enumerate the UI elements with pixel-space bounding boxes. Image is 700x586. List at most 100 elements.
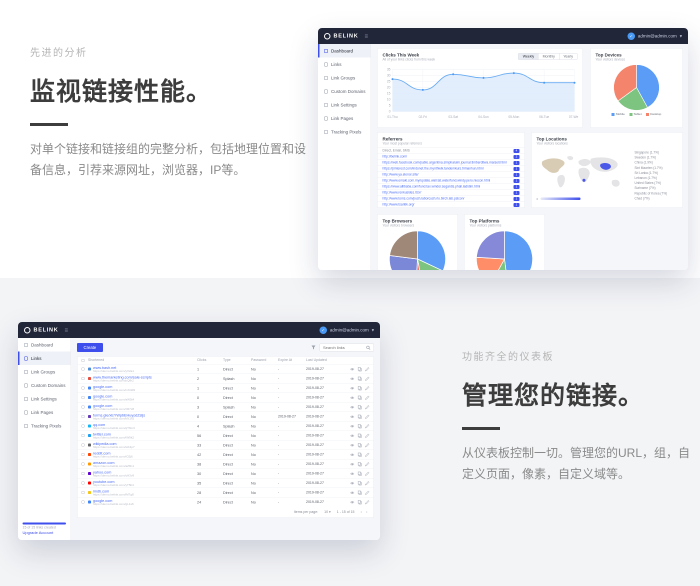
col-header-type[interactable]: Type [223, 359, 251, 363]
copy-icon[interactable] [358, 452, 363, 457]
referrer-url[interactable]: http://www.tsantik.org/ [383, 203, 415, 207]
sidebar-item-link-pages[interactable]: Link Pages [18, 406, 71, 420]
view-stats-icon[interactable] [350, 500, 355, 505]
referrer-url[interactable]: http://www.emaki.com.my/update.wall.tat.… [383, 179, 491, 183]
sidebar-item-link-settings[interactable]: Link Settings [318, 98, 371, 112]
sidebar-item-links[interactable]: Links [318, 58, 371, 72]
referrer-url[interactable]: https://www.allibaba.com/fund.tax.windor… [383, 185, 481, 189]
tab-monthly[interactable]: Monthly [538, 54, 559, 60]
tab-yearly[interactable]: Yearly [559, 54, 577, 60]
row-checkbox[interactable] [82, 368, 85, 371]
row-checkbox[interactable] [82, 387, 85, 390]
edit-icon[interactable] [365, 443, 370, 448]
referrer-url[interactable]: https://web.facebook.com/pablo.argentina… [383, 161, 507, 165]
view-stats-icon[interactable] [350, 471, 355, 476]
search-input[interactable] [323, 345, 364, 350]
edit-icon[interactable] [365, 414, 370, 419]
menu-icon[interactable]: ≡ [364, 33, 368, 40]
row-checkbox[interactable] [82, 377, 85, 380]
view-stats-icon[interactable] [350, 462, 355, 467]
row-checkbox[interactable] [82, 396, 85, 399]
view-stats-icon[interactable] [350, 414, 355, 419]
view-stats-icon[interactable] [350, 490, 355, 495]
edit-icon[interactable] [365, 405, 370, 410]
copy-icon[interactable] [358, 395, 363, 400]
sidebar-item-links[interactable]: Links [18, 352, 71, 366]
copy-icon[interactable] [358, 405, 363, 410]
copy-icon[interactable] [358, 462, 363, 467]
col-header-updated[interactable]: Last Updated [306, 359, 342, 363]
edit-icon[interactable] [365, 424, 370, 429]
sidebar-item-link-groups[interactable]: Link Groups [18, 365, 71, 379]
user-email[interactable]: admin@admin.com [638, 34, 677, 39]
next-page-button[interactable]: › [366, 510, 368, 515]
copy-icon[interactable] [358, 500, 363, 505]
items-per-page-select[interactable]: 10 ▾ [324, 510, 331, 514]
copy-icon[interactable] [358, 433, 363, 438]
row-checkbox[interactable] [82, 444, 85, 447]
edit-icon[interactable] [365, 490, 370, 495]
referrer-url[interactable]: http://belink.com/ [383, 155, 408, 159]
edit-icon[interactable] [365, 376, 370, 381]
view-stats-icon[interactable] [350, 386, 355, 391]
filter-icon[interactable] [311, 345, 316, 350]
referrer-url[interactable]: http://www.ya.elenor.site/ [383, 173, 419, 177]
sidebar-item-dashboard[interactable]: Dashboard [318, 44, 371, 58]
view-stats-icon[interactable] [350, 376, 355, 381]
copy-icon[interactable] [358, 386, 363, 391]
row-checkbox[interactable] [82, 491, 85, 494]
col-header-clicks[interactable]: Clicks [197, 359, 223, 363]
row-checkbox[interactable] [82, 472, 85, 475]
sidebar-item-link-settings[interactable]: Link Settings [18, 392, 71, 406]
search-icon[interactable] [366, 345, 371, 350]
row-checkbox[interactable] [82, 425, 85, 428]
sidebar-item-dashboard[interactable]: Dashboard [18, 338, 71, 352]
sidebar-item-link-groups[interactable]: Link Groups [318, 71, 371, 85]
user-avatar[interactable]: ✓ [627, 32, 635, 40]
copy-icon[interactable] [358, 481, 363, 486]
sidebar-item-link-pages[interactable]: Link Pages [318, 112, 371, 126]
copy-icon[interactable] [358, 471, 363, 476]
copy-icon[interactable] [358, 414, 363, 419]
copy-icon[interactable] [358, 367, 363, 372]
edit-icon[interactable] [365, 433, 370, 438]
view-stats-icon[interactable] [350, 433, 355, 438]
sidebar-item-custom-domains[interactable]: Custom Domains [318, 85, 371, 99]
edit-icon[interactable] [365, 395, 370, 400]
edit-icon[interactable] [365, 452, 370, 457]
user-email[interactable]: admin@admin.com [330, 328, 369, 333]
prev-page-button[interactable]: ‹ [361, 510, 363, 515]
edit-icon[interactable] [365, 386, 370, 391]
edit-icon[interactable] [365, 471, 370, 476]
user-avatar[interactable]: ✓ [319, 326, 327, 334]
create-button[interactable]: Create [77, 343, 103, 352]
copy-icon[interactable] [358, 490, 363, 495]
col-header-password[interactable]: Password [251, 359, 278, 363]
referrer-url[interactable]: http://www.renkusides.it.br/ [383, 191, 422, 195]
tab-weekly[interactable]: Weekly [519, 54, 538, 60]
view-stats-icon[interactable] [350, 424, 355, 429]
view-stats-icon[interactable] [350, 405, 355, 410]
view-stats-icon[interactable] [350, 395, 355, 400]
sidebar-item-tracking-pixels[interactable]: Tracking Pixels [318, 125, 371, 139]
row-checkbox[interactable] [82, 501, 85, 504]
view-stats-icon[interactable] [350, 443, 355, 448]
select-all-checkbox[interactable] [82, 359, 85, 362]
view-stats-icon[interactable] [350, 367, 355, 372]
menu-icon[interactable]: ≡ [64, 327, 68, 334]
copy-icon[interactable] [358, 376, 363, 381]
view-stats-icon[interactable] [350, 452, 355, 457]
col-header-expire[interactable]: Expire At [278, 359, 306, 363]
sidebar-item-custom-domains[interactable]: Custom Domains [18, 379, 71, 393]
row-checkbox[interactable] [82, 415, 85, 418]
view-stats-icon[interactable] [350, 481, 355, 486]
row-checkbox[interactable] [82, 453, 85, 456]
copy-icon[interactable] [358, 443, 363, 448]
copy-icon[interactable] [358, 424, 363, 429]
row-checkbox[interactable] [82, 406, 85, 409]
referrer-url[interactable]: https://pinterest.com/indonet.the.mynthw… [383, 167, 484, 171]
edit-icon[interactable] [365, 462, 370, 467]
row-checkbox[interactable] [82, 463, 85, 466]
edit-icon[interactable] [365, 500, 370, 505]
row-checkbox[interactable] [82, 434, 85, 437]
